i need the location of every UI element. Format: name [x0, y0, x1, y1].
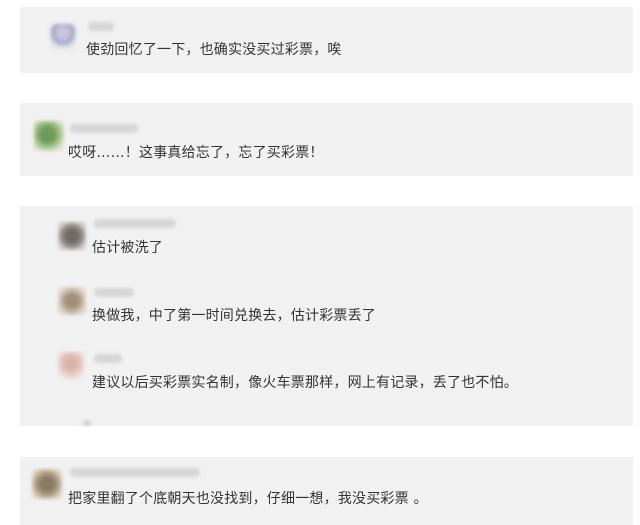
avatar-partial-icon — [82, 420, 92, 426]
user-avatar-icon[interactable] — [58, 352, 84, 380]
comment-card: 哎呀……！这事真给忘了，忘了买彩票！ — [20, 103, 633, 176]
comment-text: 估计被洗了 — [92, 240, 163, 256]
user-avatar-icon[interactable] — [50, 24, 76, 50]
user-avatar-icon[interactable] — [32, 469, 62, 499]
username-blurred[interactable] — [94, 219, 176, 228]
username-blurred[interactable] — [70, 468, 200, 477]
user-avatar-icon[interactable] — [58, 222, 86, 250]
comment-text: 建议以后买彩票实名制，像火车票那样，网上有记录，丢了也不怕。 — [92, 375, 518, 391]
username-blurred[interactable] — [70, 124, 138, 133]
username-blurred[interactable] — [88, 22, 114, 31]
username-blurred[interactable] — [94, 288, 134, 297]
comments-page: 使劲回忆了一下，也确实没买过彩票，唉 哎呀……！这事真给忘了，忘了买彩票！ 估计… — [0, 0, 640, 525]
user-avatar-icon[interactable] — [58, 287, 86, 315]
comment-card: 使劲回忆了一下，也确实没买过彩票，唉 — [20, 7, 633, 73]
comment-text: 哎呀……！这事真给忘了，忘了买彩票！ — [68, 145, 324, 161]
user-avatar-icon[interactable] — [34, 121, 64, 151]
username-blurred[interactable] — [94, 354, 122, 363]
comment-text: 使劲回忆了一下，也确实没买过彩票，唉 — [86, 42, 342, 58]
comment-card: 估计被洗了 换做我，中了第一时间兑换去，估计彩票丢了 建议以后买彩票实名制，像火… — [20, 206, 633, 426]
comment-text: 换做我，中了第一时间兑换去，估计彩票丢了 — [92, 308, 376, 324]
comment-card: 把家里翻了个底朝天也没找到，仔细一想，我没买彩票 。 — [20, 457, 633, 525]
comment-text: 把家里翻了个底朝天也没找到，仔细一想，我没买彩票 。 — [68, 491, 428, 507]
